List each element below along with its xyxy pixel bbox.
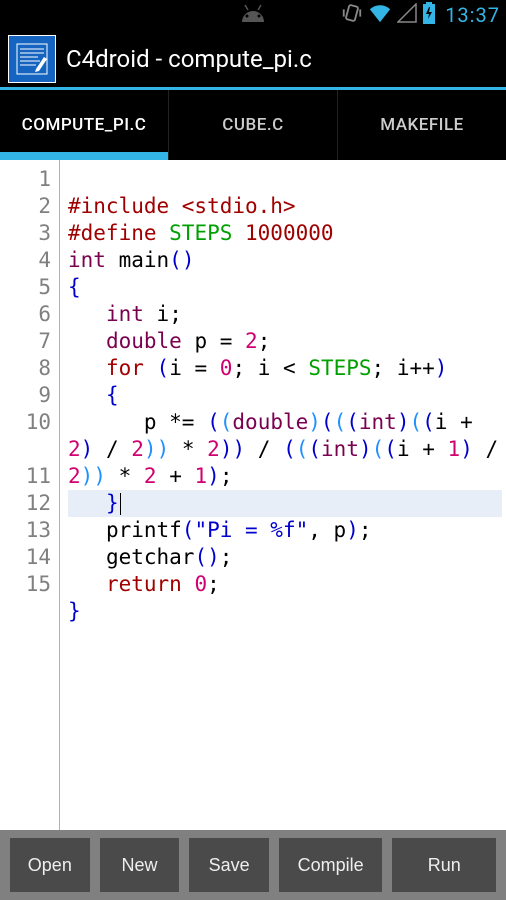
tab-compute-pi[interactable]: COMPUTE_PI.C bbox=[0, 90, 169, 160]
cell-signal-icon bbox=[397, 3, 417, 28]
file-tabs: COMPUTE_PI.C CUBE.C MAKEFILE bbox=[0, 90, 506, 160]
code-editor[interactable]: 123456789101112131415 #include <stdio.h>… bbox=[0, 160, 506, 830]
vibrate-icon bbox=[341, 2, 363, 29]
bottom-toolbar: Open New Save Compile Run bbox=[0, 830, 506, 900]
app-title: C4droid - compute_pi.c bbox=[66, 45, 312, 73]
compile-button[interactable]: Compile bbox=[279, 838, 383, 892]
code-area[interactable]: #include <stdio.h>#define STEPS 1000000i… bbox=[60, 160, 506, 830]
battery-icon bbox=[423, 2, 435, 29]
run-button[interactable]: Run bbox=[392, 838, 496, 892]
app-title-bar: C4droid - compute_pi.c bbox=[0, 30, 506, 90]
app-icon bbox=[8, 35, 56, 83]
wifi-icon bbox=[369, 3, 391, 28]
tab-makefile[interactable]: MAKEFILE bbox=[338, 90, 506, 160]
android-status-bar: 13:37 bbox=[0, 0, 506, 30]
new-button[interactable]: New bbox=[100, 838, 180, 892]
line-number-gutter: 123456789101112131415 bbox=[0, 160, 60, 830]
save-button[interactable]: Save bbox=[189, 838, 269, 892]
tab-cube[interactable]: CUBE.C bbox=[169, 90, 338, 160]
status-clock: 13:37 bbox=[445, 3, 500, 27]
android-logo-icon bbox=[236, 2, 270, 27]
open-button[interactable]: Open bbox=[10, 838, 90, 892]
